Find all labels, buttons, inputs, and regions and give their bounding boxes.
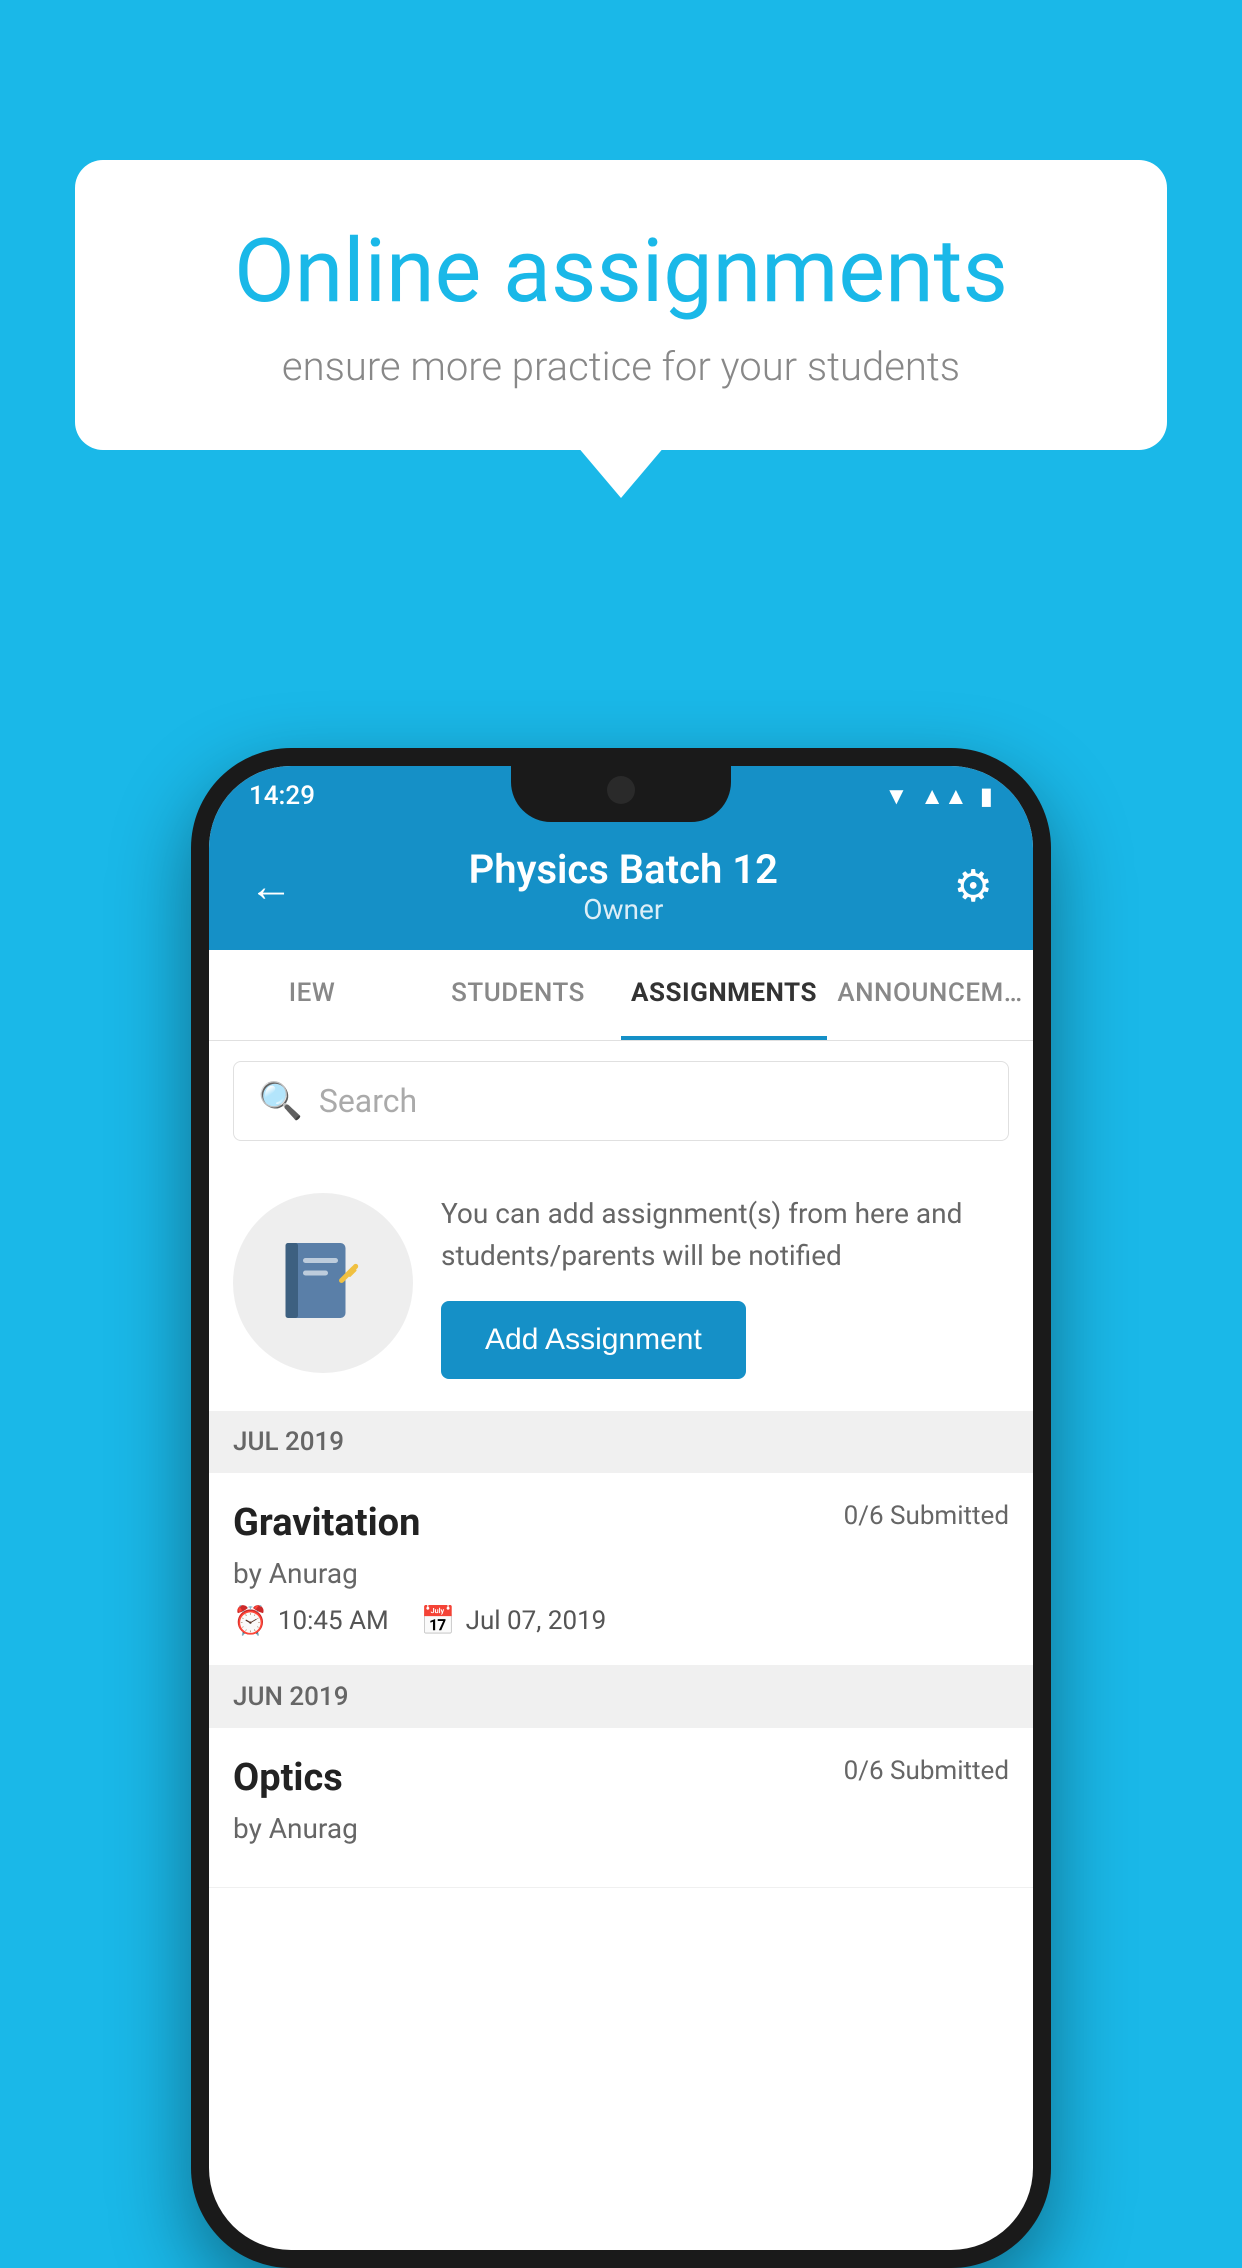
search-placeholder: Search xyxy=(319,1082,417,1120)
assignment-meta: ⏰ 10:45 AM 📅 Jul 07, 2019 xyxy=(233,1604,1009,1637)
back-button[interactable]: ← xyxy=(249,860,293,912)
header-subtitle: Owner xyxy=(469,893,778,926)
assignment-optics-title: Optics xyxy=(233,1756,343,1800)
assignment-optics-author: by Anurag xyxy=(233,1812,1009,1845)
status-icons: ▼ ▲▲ ▮ xyxy=(885,782,994,811)
search-icon: 🔍 xyxy=(258,1080,303,1122)
calendar-icon: 📅 xyxy=(421,1604,456,1637)
settings-button[interactable]: ⚙ xyxy=(954,860,993,912)
tab-announcements[interactable]: ANNOUNCEM… xyxy=(827,950,1033,1040)
assignment-item-optics[interactable]: Optics 0/6 Submitted by Anurag xyxy=(209,1728,1033,1888)
signal-icon: ▲▲ xyxy=(920,782,968,811)
speech-bubble-title: Online assignments xyxy=(155,220,1087,323)
tab-iew[interactable]: IEW xyxy=(209,950,415,1040)
phone-frame: 14:29 ▼ ▲▲ ▮ ← Physics Batch 12 Owner ⚙ … xyxy=(191,748,1051,2268)
header-center: Physics Batch 12 Owner xyxy=(469,846,778,926)
add-assignment-button[interactable]: Add Assignment xyxy=(441,1301,746,1379)
section-jun-2019: JUN 2019 xyxy=(209,1666,1033,1728)
status-time: 14:29 xyxy=(249,781,315,811)
assignment-optics-header: Optics 0/6 Submitted xyxy=(233,1756,1009,1800)
search-bar[interactable]: 🔍 Search xyxy=(233,1061,1009,1141)
section-jul-2019: JUL 2019 xyxy=(209,1411,1033,1473)
phone-screen: 14:29 ▼ ▲▲ ▮ ← Physics Batch 12 Owner ⚙ … xyxy=(209,766,1033,2250)
add-assignment-section: You can add assignment(s) from here and … xyxy=(209,1161,1033,1411)
speech-bubble-container: Online assignments ensure more practice … xyxy=(75,160,1167,450)
wifi-icon: ▼ xyxy=(885,782,909,811)
app-header: ← Physics Batch 12 Owner ⚙ xyxy=(209,826,1033,950)
add-assignment-description: You can add assignment(s) from here and … xyxy=(441,1193,1009,1277)
assignment-title: Gravitation xyxy=(233,1501,420,1545)
battery-icon: ▮ xyxy=(980,782,993,810)
tabs-container: IEW STUDENTS ASSIGNMENTS ANNOUNCEM… xyxy=(209,950,1033,1041)
tab-assignments[interactable]: ASSIGNMENTS xyxy=(621,950,827,1040)
assignment-author: by Anurag xyxy=(233,1557,1009,1590)
speech-bubble-subtitle: ensure more practice for your students xyxy=(155,343,1087,390)
assignment-optics-submitted: 0/6 Submitted xyxy=(844,1756,1009,1786)
clock-icon: ⏰ xyxy=(233,1604,268,1637)
assignment-submitted: 0/6 Submitted xyxy=(844,1501,1009,1531)
notebook-icon xyxy=(273,1233,373,1333)
assignment-item-gravitation[interactable]: Gravitation 0/6 Submitted by Anurag ⏰ 10… xyxy=(209,1473,1033,1666)
speech-bubble: Online assignments ensure more practice … xyxy=(75,160,1167,450)
notebook-icon-circle xyxy=(233,1193,413,1373)
add-assignment-content: You can add assignment(s) from here and … xyxy=(441,1193,1009,1379)
header-title: Physics Batch 12 xyxy=(469,846,778,893)
assignment-time: ⏰ 10:45 AM xyxy=(233,1604,389,1637)
tab-students[interactable]: STUDENTS xyxy=(415,950,621,1040)
assignment-date: 📅 Jul 07, 2019 xyxy=(421,1604,607,1637)
assignment-header: Gravitation 0/6 Submitted xyxy=(233,1501,1009,1545)
phone-camera xyxy=(607,776,635,804)
search-container: 🔍 Search xyxy=(209,1041,1033,1161)
